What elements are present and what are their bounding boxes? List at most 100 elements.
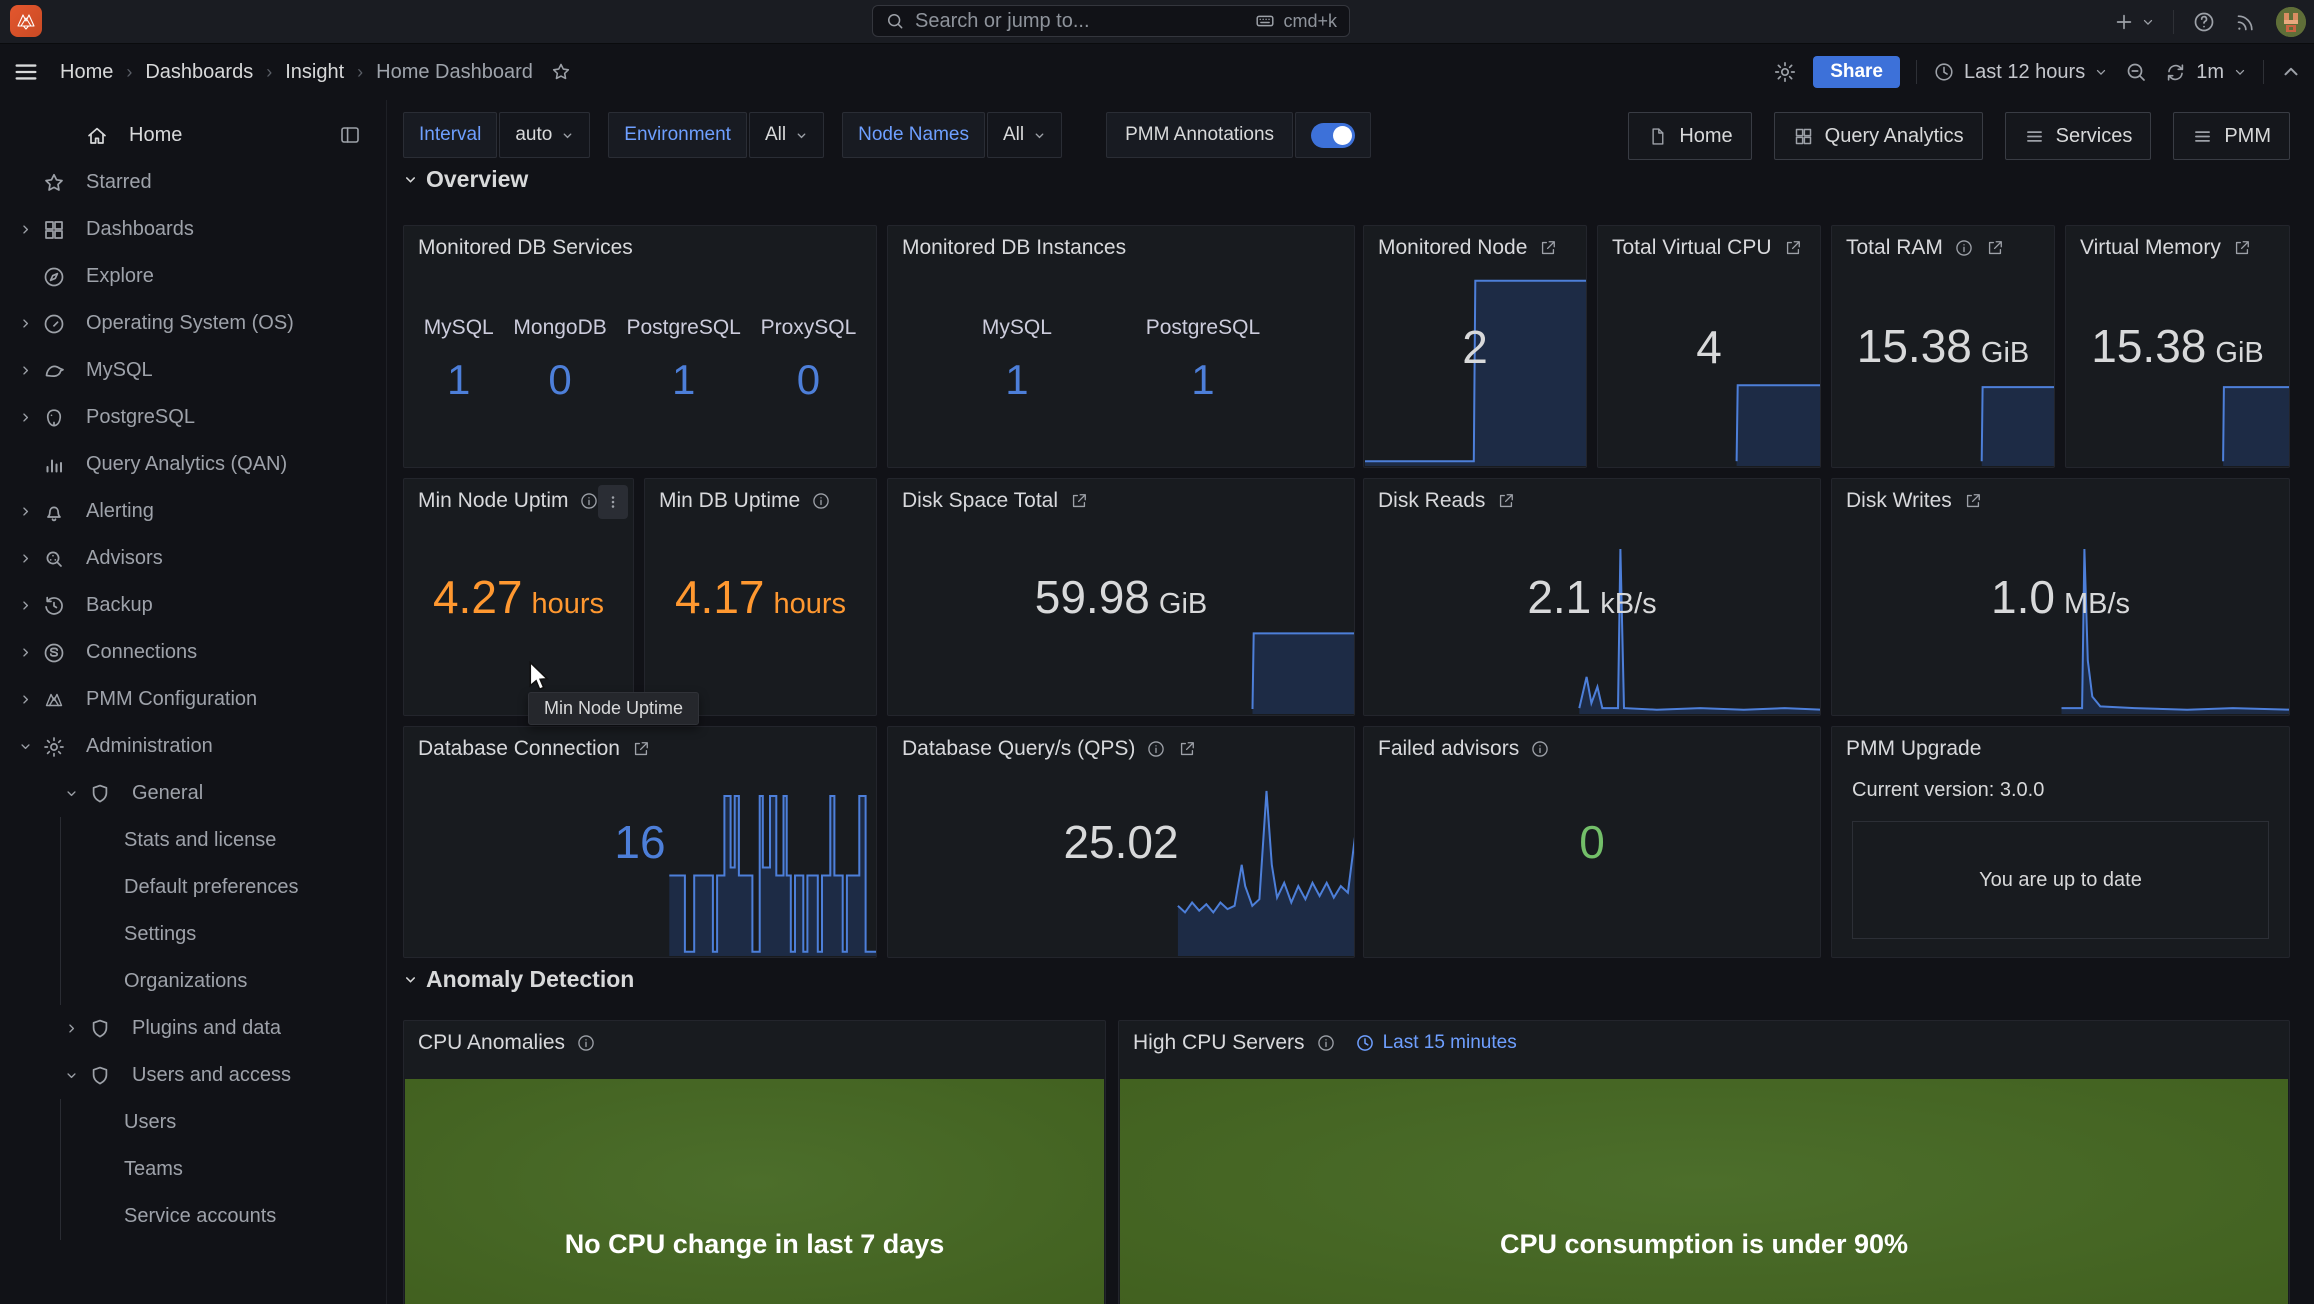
- info-icon[interactable]: [1146, 739, 1166, 759]
- panel-title[interactable]: Monitored DB Instances: [902, 236, 1126, 260]
- panel-title[interactable]: Disk Reads: [1378, 489, 1485, 513]
- chevron-right-icon[interactable]: [8, 316, 42, 331]
- panel-title[interactable]: Disk Space Total: [902, 489, 1058, 513]
- link-button-query-analytics[interactable]: Query Analytics: [1773, 112, 1983, 160]
- sidebar-item-administration[interactable]: Administration: [0, 723, 386, 770]
- chevron-right-icon[interactable]: [8, 692, 42, 707]
- panel-title[interactable]: Disk Writes: [1846, 489, 1952, 513]
- mega-menu-toggle[interactable]: [12, 58, 40, 86]
- chevron-down-icon[interactable]: [54, 786, 88, 801]
- favorite-star-icon[interactable]: [550, 61, 572, 83]
- chevron-right-icon[interactable]: [8, 363, 42, 378]
- panel-title[interactable]: Min DB Uptime: [659, 489, 800, 513]
- interval-variable[interactable]: Interval auto: [403, 112, 591, 158]
- panel-menu-icon[interactable]: [598, 485, 628, 519]
- share-button[interactable]: Share: [1813, 56, 1900, 88]
- chevron-down-icon[interactable]: [8, 739, 42, 754]
- panel-title[interactable]: Database Connection: [418, 737, 620, 761]
- overview-section-header[interactable]: Overview: [403, 166, 528, 193]
- panel-title[interactable]: Virtual Memory: [2080, 236, 2221, 260]
- sidebar-item-query-analytics-qan-[interactable]: Query Analytics (QAN): [0, 441, 386, 488]
- external-link-icon[interactable]: [631, 739, 651, 759]
- link-button-pmm[interactable]: PMM: [2173, 112, 2290, 160]
- pmm-annotations-toggle[interactable]: [1295, 112, 1372, 158]
- panel-title[interactable]: PMM Upgrade: [1846, 737, 1981, 761]
- sidebar-item-plugins-and-data[interactable]: Plugins and data: [0, 1005, 386, 1052]
- sidebar-item-operating-system-os-[interactable]: Operating System (OS): [0, 300, 386, 347]
- info-icon[interactable]: [576, 1033, 596, 1053]
- sidebar-item-organizations[interactable]: Organizations: [60, 958, 386, 1005]
- panel-title[interactable]: Monitored DB Services: [418, 236, 633, 260]
- add-new-button[interactable]: [2113, 11, 2155, 33]
- pmm-logo[interactable]: [10, 5, 42, 37]
- environment-select[interactable]: All: [748, 112, 825, 158]
- sidebar-item-alerting[interactable]: Alerting: [0, 488, 386, 535]
- external-link-icon[interactable]: [1069, 491, 1089, 511]
- external-link-icon[interactable]: [1963, 491, 1983, 511]
- panel-title[interactable]: Min Node Uptime: [418, 489, 568, 513]
- sidebar-item-users[interactable]: Users: [60, 1099, 386, 1146]
- panel-title[interactable]: Monitored Node: [1378, 236, 1527, 260]
- external-link-icon[interactable]: [1496, 491, 1516, 511]
- dock-sidebar-icon[interactable]: [338, 123, 362, 147]
- time-range-picker[interactable]: Last 12 hours: [1933, 61, 2108, 84]
- chevron-right-icon[interactable]: [8, 222, 42, 237]
- help-icon[interactable]: [2192, 10, 2216, 34]
- external-link-icon[interactable]: [1985, 238, 2005, 258]
- sidebar-item-users-and-access[interactable]: Users and access: [0, 1052, 386, 1099]
- search-input[interactable]: Search or jump to... cmd+k: [872, 5, 1350, 37]
- panel-title[interactable]: CPU Anomalies: [418, 1031, 565, 1055]
- chevron-right-icon[interactable]: [8, 645, 42, 660]
- panel-title[interactable]: High CPU Servers: [1133, 1031, 1305, 1055]
- link-button-home[interactable]: Home: [1628, 112, 1752, 160]
- info-icon[interactable]: [579, 491, 599, 511]
- sidebar-item-stats-and-license[interactable]: Stats and license: [60, 817, 386, 864]
- breadcrumb-item-home[interactable]: Home: [60, 61, 113, 84]
- sidebar-item-advisors[interactable]: Advisors: [0, 535, 386, 582]
- sidebar-item-teams[interactable]: Teams: [60, 1146, 386, 1193]
- chevron-right-icon[interactable]: [54, 1021, 88, 1036]
- info-icon[interactable]: [811, 491, 831, 511]
- link-button-services[interactable]: Services: [2004, 112, 2152, 160]
- breadcrumb-item-insight[interactable]: Insight: [285, 61, 344, 84]
- refresh-picker[interactable]: 1m: [2164, 61, 2247, 84]
- interval-select[interactable]: auto: [499, 112, 591, 158]
- node-names-select[interactable]: All: [986, 112, 1063, 158]
- sidebar-item-mysql[interactable]: MySQL: [0, 347, 386, 394]
- panel-title[interactable]: Total RAM: [1846, 236, 1943, 260]
- chevron-right-icon[interactable]: [8, 504, 42, 519]
- sidebar-item-pmm-configuration[interactable]: PMM Configuration: [0, 676, 386, 723]
- chevron-right-icon[interactable]: [8, 551, 42, 566]
- panel-time-override[interactable]: Last 15 minutes: [1355, 1032, 1517, 1054]
- dashboard-settings-icon[interactable]: [1773, 60, 1797, 84]
- news-broadcast-icon[interactable]: [2234, 10, 2258, 34]
- info-icon[interactable]: [1530, 739, 1550, 759]
- external-link-icon[interactable]: [2232, 238, 2252, 258]
- panel-title[interactable]: Total Virtual CPU: [1612, 236, 1772, 260]
- zoom-out-icon[interactable]: [2124, 60, 2148, 84]
- chevron-down-icon[interactable]: [54, 1068, 88, 1083]
- breadcrumb-item-dashboards[interactable]: Dashboards: [145, 61, 253, 84]
- panel-title[interactable]: Database Query/s (QPS): [902, 737, 1135, 761]
- collapse-toolbar-icon[interactable]: [2280, 61, 2302, 83]
- sidebar-item-service-accounts[interactable]: Service accounts: [60, 1193, 386, 1240]
- external-link-icon[interactable]: [1177, 739, 1197, 759]
- anomaly-section-header[interactable]: Anomaly Detection: [403, 966, 634, 993]
- user-avatar[interactable]: [2276, 6, 2306, 37]
- sidebar-item-postgresql[interactable]: PostgreSQL: [0, 394, 386, 441]
- chevron-right-icon[interactable]: [8, 598, 42, 613]
- environment-variable[interactable]: Environment All: [608, 112, 825, 158]
- sidebar-item-home[interactable]: Home: [0, 112, 386, 159]
- info-icon[interactable]: [1954, 238, 1974, 258]
- panel-title[interactable]: Failed advisors: [1378, 737, 1519, 761]
- info-icon[interactable]: [1316, 1033, 1336, 1053]
- sidebar-item-backup[interactable]: Backup: [0, 582, 386, 629]
- sidebar-item-dashboards[interactable]: Dashboards: [0, 206, 386, 253]
- sidebar-item-general[interactable]: General: [0, 770, 386, 817]
- external-link-icon[interactable]: [1538, 238, 1558, 258]
- sidebar-item-starred[interactable]: Starred: [0, 159, 386, 206]
- sidebar-item-default-preferences[interactable]: Default preferences: [60, 864, 386, 911]
- external-link-icon[interactable]: [1783, 238, 1803, 258]
- node-names-variable[interactable]: Node Names All: [842, 112, 1063, 158]
- sidebar-item-settings[interactable]: Settings: [60, 911, 386, 958]
